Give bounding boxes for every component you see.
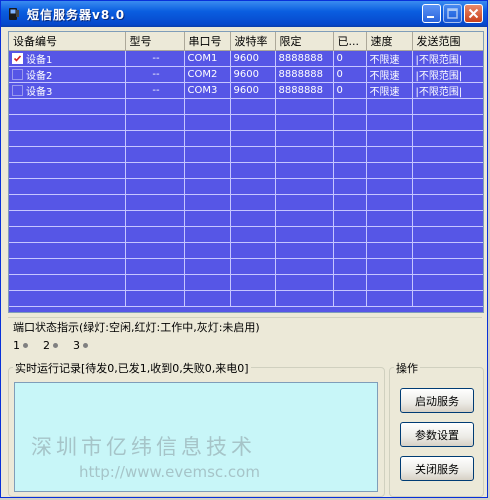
port-number: 1 <box>13 339 20 352</box>
log-textarea[interactable]: 深圳市亿纬信息技术 http://www.evemsc.com <box>14 382 378 492</box>
status-lamp-icon <box>23 343 28 348</box>
model-cell: -- <box>125 50 185 67</box>
column-header[interactable]: 型号 <box>125 32 185 51</box>
range-cell: |不限范围| <box>412 50 483 67</box>
table-row[interactable]: 设备2 -- COM2 9600 8888888 0 不限速 |不限范围| <box>9 66 483 83</box>
port-status-legend: 端口状态指示(绿灯:空闲,红灯:工作中,灰灯:未启用) <box>13 319 260 335</box>
speed-cell: 不限速 <box>366 50 413 67</box>
device-grid[interactable]: 设备编号 型号 串口号 波特率 限定 已... 速度 发送范围 设备1 -- C… <box>8 31 484 313</box>
table-row[interactable]: 设备1 -- COM1 9600 8888888 0 不限速 |不限范围| <box>9 50 483 67</box>
operations-legend: 操作 <box>394 360 420 376</box>
minimize-icon <box>427 16 434 18</box>
baud-cell: 9600 <box>230 82 276 99</box>
port-indicator: 2 <box>43 339 58 352</box>
port-cell: COM2 <box>184 66 231 83</box>
column-header[interactable]: 发送范围 <box>412 32 483 51</box>
baud-cell: 9600 <box>230 50 276 67</box>
empty-row <box>9 210 483 227</box>
column-header[interactable]: 限定 <box>275 32 334 51</box>
baud-cell: 9600 <box>230 66 276 83</box>
operations-group: 操作 启动服务 参数设置 关闭服务 <box>389 360 484 497</box>
sent-cell: 0 <box>333 50 367 67</box>
empty-row <box>9 258 483 275</box>
model-cell: -- <box>125 82 185 99</box>
maximize-button[interactable] <box>443 4 462 23</box>
sent-cell: 0 <box>333 66 367 83</box>
title-bar[interactable]: 短信服务器v8.0 <box>1 1 487 27</box>
empty-row <box>9 114 483 131</box>
grid-header-row: 设备编号 型号 串口号 波特率 限定 已... 速度 发送范围 <box>9 32 483 51</box>
minimize-button[interactable] <box>422 4 441 23</box>
port-number: 2 <box>43 339 50 352</box>
device-checkbox[interactable] <box>12 69 23 80</box>
port-number: 3 <box>73 339 80 352</box>
watermark-company: 深圳市亿纬信息技术 <box>31 435 256 459</box>
speed-cell: 不限速 <box>366 82 413 99</box>
column-header[interactable]: 波特率 <box>230 32 276 51</box>
empty-row <box>9 274 483 291</box>
column-header[interactable]: 已... <box>333 32 367 51</box>
close-button[interactable] <box>464 4 483 23</box>
port-indicator: 3 <box>73 339 88 352</box>
empty-row <box>9 242 483 259</box>
log-group: 实时运行记录[待发0,已发1,收到0,失败0,来电0] 深圳市亿纬信息技术 ht… <box>8 360 385 497</box>
device-checkbox[interactable] <box>12 85 23 96</box>
sent-cell: 0 <box>333 82 367 99</box>
empty-row <box>9 226 483 243</box>
main-window: 短信服务器v8.0 设备编号 型号 串口号 波特率 限定 已... 速度 发送范… <box>0 0 488 498</box>
port-cell: COM3 <box>184 82 231 99</box>
column-header[interactable]: 设备编号 <box>9 32 126 51</box>
empty-row <box>9 290 483 307</box>
limit-cell: 8888888 <box>275 66 334 83</box>
watermark-url: http://www.evemsc.com <box>79 463 260 481</box>
port-status-group: 端口状态指示(绿灯:空闲,红灯:工作中,灰灯:未启用) 1 2 3 <box>8 317 482 358</box>
port-cell: COM1 <box>184 50 231 67</box>
empty-row <box>9 178 483 195</box>
empty-row <box>9 194 483 211</box>
window-title: 短信服务器v8.0 <box>27 8 126 22</box>
limit-cell: 8888888 <box>275 82 334 99</box>
range-cell: |不限范围| <box>412 82 483 99</box>
device-table: 设备编号 型号 串口号 波特率 限定 已... 速度 发送范围 设备1 -- C… <box>9 32 483 307</box>
empty-row <box>9 98 483 115</box>
log-legend: 实时运行记录[待发0,已发1,收到0,失败0,来电0] <box>13 360 251 376</box>
range-cell: |不限范围| <box>412 66 483 83</box>
status-lamp-icon <box>83 343 88 348</box>
port-indicator: 1 <box>13 339 28 352</box>
model-cell: -- <box>125 66 185 83</box>
close-icon <box>468 8 479 19</box>
device-cell[interactable]: 设备3 <box>9 82 126 99</box>
empty-row <box>9 130 483 147</box>
device-checkbox[interactable] <box>12 53 23 64</box>
start-service-button[interactable]: 启动服务 <box>400 388 474 413</box>
table-row[interactable]: 设备3 -- COM3 9600 8888888 0 不限速 |不限范围| <box>9 82 483 99</box>
stop-service-button[interactable]: 关闭服务 <box>400 456 474 481</box>
column-header[interactable]: 串口号 <box>184 32 231 51</box>
speed-cell: 不限速 <box>366 66 413 83</box>
checkmark-icon <box>13 55 22 62</box>
device-cell[interactable]: 设备2 <box>9 66 126 83</box>
device-id: 设备2 <box>26 71 53 82</box>
status-lamp-icon <box>53 343 58 348</box>
limit-cell: 8888888 <box>275 50 334 67</box>
device-id: 设备3 <box>26 87 53 98</box>
maximize-icon <box>447 8 458 19</box>
device-cell[interactable]: 设备1 <box>9 50 126 67</box>
settings-button[interactable]: 参数设置 <box>400 422 474 447</box>
app-icon <box>9 8 19 20</box>
empty-row <box>9 146 483 163</box>
device-id: 设备1 <box>26 55 53 66</box>
column-header[interactable]: 速度 <box>366 32 413 51</box>
empty-row <box>9 162 483 179</box>
